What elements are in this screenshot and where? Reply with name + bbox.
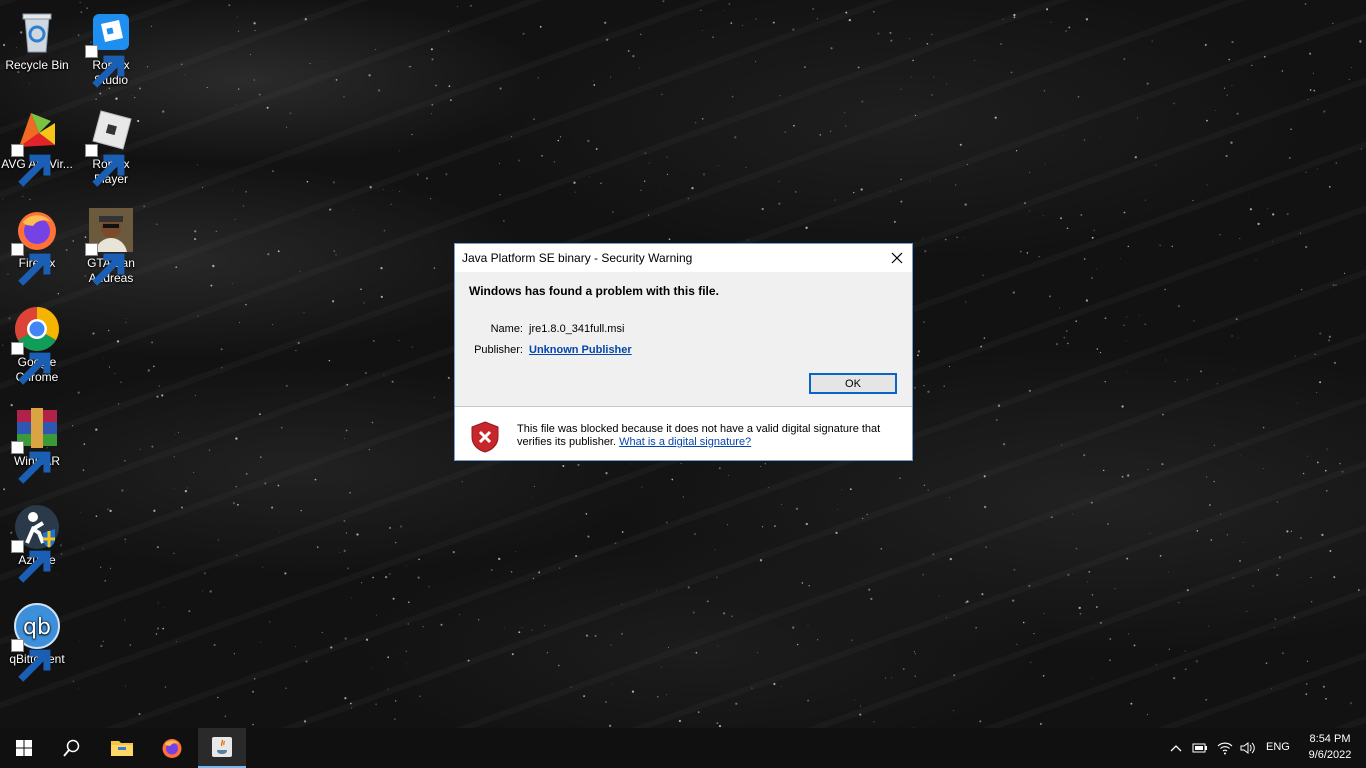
desktop-icon-azurite[interactable]: Azurite (1, 503, 73, 583)
file-explorer-icon (111, 741, 133, 756)
shortcut-arrow-icon (11, 540, 51, 583)
taskbar: ENG 8:54 PM 9/6/2022 (0, 728, 1366, 768)
dialog-title-bar[interactable]: Java Platform SE binary - Security Warni… (455, 244, 912, 272)
desktop-icon-winrar[interactable]: WinRAR (1, 404, 73, 484)
show-hidden-icons-button[interactable] (1168, 740, 1184, 756)
shortcut-arrow-icon (85, 45, 125, 88)
recycle-bin-icon (13, 8, 61, 56)
gta-san-andreas-icon (85, 206, 135, 286)
firefox-icon (11, 206, 61, 286)
security-warning-dialog: Java Platform SE binary - Security Warni… (454, 243, 913, 461)
input-language-indicator[interactable]: ENG (1266, 741, 1290, 753)
desktop-icon-gta-san-andreas[interactable]: GTA San Andreas (75, 206, 147, 286)
roblox-player-icon (85, 107, 135, 187)
network-button[interactable] (1217, 740, 1233, 756)
qbittorrent-icon: qb (11, 602, 61, 682)
desktop-icon-firefox[interactable]: Firefox (1, 206, 73, 286)
azurite-icon (11, 503, 61, 583)
clock-time: 8:54 PM (1309, 733, 1351, 745)
wifi-icon (1217, 742, 1233, 755)
desktop-icon-google-chrome[interactable]: Google Chrome (1, 305, 73, 385)
publisher-row: Publisher: Unknown Publisher (455, 344, 632, 356)
firefox-icon (162, 739, 182, 758)
dialog-heading: Windows has found a problem with this fi… (469, 284, 719, 298)
shortcut-arrow-icon (85, 243, 125, 286)
clock[interactable]: 8:54 PM 9/6/2022 (1300, 731, 1360, 763)
roblox-studio-icon (85, 8, 135, 88)
svg-text:qb: qb (23, 615, 51, 640)
taskbar-file-explorer[interactable] (98, 728, 146, 768)
file-name-row: Name: jre1.8.0_341full.msi (455, 323, 625, 335)
shortcut-arrow-icon (11, 441, 51, 484)
desktop-icon-roblox-player[interactable]: Roblox Player (75, 107, 147, 187)
taskbar-java[interactable] (198, 728, 246, 768)
start-button[interactable] (0, 728, 48, 768)
java-icon (212, 737, 232, 757)
battery-button[interactable] (1192, 740, 1208, 756)
close-icon (891, 252, 903, 264)
winrar-icon (11, 404, 61, 484)
shortcut-arrow-icon (11, 342, 51, 385)
ok-button[interactable]: OK (809, 373, 897, 394)
shortcut-arrow-icon (11, 639, 51, 682)
shortcut-arrow-icon (11, 144, 51, 187)
speaker-icon (1240, 742, 1255, 754)
volume-button[interactable] (1240, 740, 1256, 756)
clock-date: 9/6/2022 (1308, 749, 1352, 761)
start-icon (16, 740, 32, 756)
close-button[interactable] (882, 244, 912, 272)
avg-antivirus-icon (11, 107, 61, 187)
google-chrome-icon (11, 305, 61, 385)
dialog-footer: This file was blocked because it does no… (455, 407, 912, 460)
footer-message: This file was blocked because it does no… (517, 423, 897, 449)
shortcut-arrow-icon (11, 243, 51, 286)
desktop-icon-recycle-bin[interactable]: Recycle Bin (1, 8, 73, 73)
desktop-icon-roblox-studio[interactable]: Roblox Studio (75, 8, 147, 88)
shield-error-icon (471, 421, 499, 453)
search-icon (63, 739, 80, 757)
dialog-title: Java Platform SE binary - Security Warni… (462, 251, 693, 265)
shortcut-arrow-icon (85, 144, 125, 187)
desktop-icon-label: Recycle Bin (5, 58, 69, 72)
file-name-label: Name: (490, 323, 523, 335)
search-button[interactable] (48, 728, 96, 768)
chevron-up-icon (1170, 745, 1182, 752)
publisher-label: Publisher: (474, 344, 523, 356)
battery-icon (1192, 743, 1207, 753)
file-name-value: jre1.8.0_341full.msi (529, 323, 625, 335)
publisher-link[interactable]: Unknown Publisher (529, 344, 632, 356)
taskbar-firefox[interactable] (148, 728, 196, 768)
desktop-icon-avg-antivirus[interactable]: AVG AntiVir... (1, 107, 73, 187)
desktop-icon-qbittorrent[interactable]: qb qBittorrent (1, 602, 73, 682)
digital-signature-link[interactable]: What is a digital signature? (619, 436, 751, 448)
